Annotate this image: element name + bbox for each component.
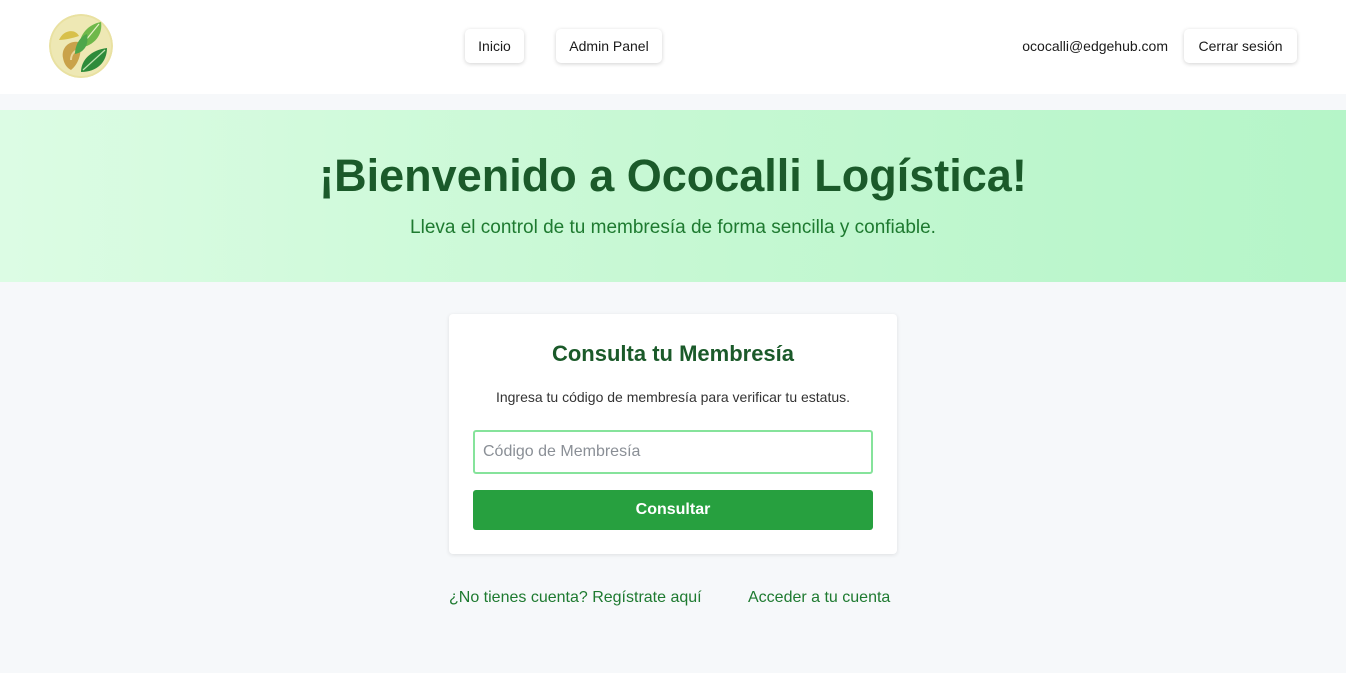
login-link[interactable]: Acceder a tu cuenta <box>748 587 890 609</box>
leaf-logo-graphic <box>49 14 113 78</box>
membership-code-input[interactable] <box>473 430 873 474</box>
user-email-label: ococalli@edgehub.com <box>1022 38 1168 54</box>
membership-lookup-card: Consulta tu Membresía Ingresa tu código … <box>449 314 897 554</box>
membership-card-description: Ingresa tu código de membresía para veri… <box>495 389 851 405</box>
leaf-logo-icon[interactable] <box>49 14 113 78</box>
nav-admin-panel-button[interactable]: Admin Panel <box>556 29 662 63</box>
nav-inicio-button[interactable]: Inicio <box>465 29 524 63</box>
consultar-button[interactable]: Consultar <box>473 490 873 530</box>
hero-title: ¡Bienvenido a Ococalli Logística! <box>319 150 1027 201</box>
register-link[interactable]: ¿No tienes cuenta? Regístrate aquí <box>449 587 702 609</box>
welcome-hero-banner: ¡Bienvenido a Ococalli Logística! Lleva … <box>0 110 1346 282</box>
hero-subtitle: Lleva el control de tu membresía de form… <box>410 217 936 238</box>
logout-button[interactable]: Cerrar sesión <box>1184 29 1297 63</box>
top-navbar: Inicio Admin Panel ococalli@edgehub.com … <box>0 0 1346 94</box>
membership-card-title: Consulta tu Membresía <box>551 341 795 366</box>
